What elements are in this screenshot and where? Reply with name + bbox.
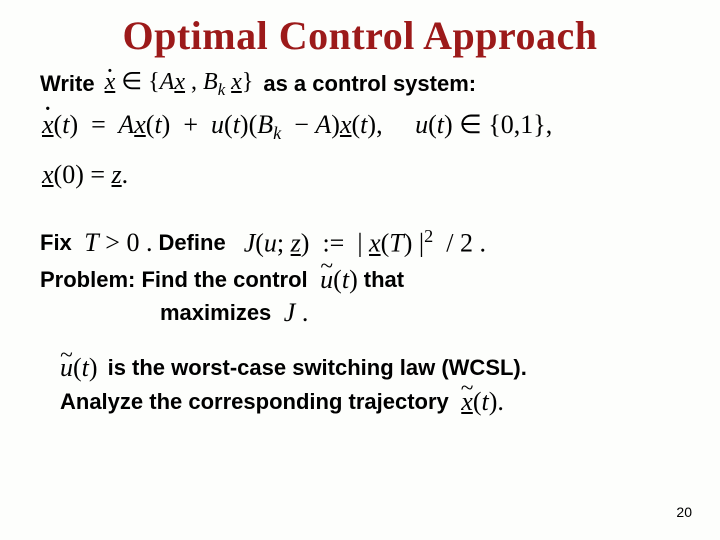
slide: Optimal Control Approach Write x ∈ {Ax ,… (0, 0, 720, 540)
slide-title: Optimal Control Approach (40, 12, 680, 59)
write-line: Write x ∈ {Ax , Bk x} as a control syste… (40, 67, 680, 100)
system-equation: x(t) = Ax(t) + u(t)(Bk − A)x(t), u(t) ∈ … (42, 110, 680, 144)
u-tilde-symbol: u(t) (60, 353, 98, 383)
fix-label: Fix (40, 226, 72, 259)
problem-that: that (364, 263, 404, 296)
x-tilde-symbol: x(t). (455, 387, 504, 417)
wcsl-text-2: Analyze the corresponding trajectory (60, 385, 449, 418)
write-suffix: as a control system: (263, 67, 476, 100)
problem-maximizes: maximizes (160, 296, 271, 329)
initial-condition: x(0) = z. (42, 160, 680, 190)
problem-label: Problem: Find the control (40, 263, 308, 296)
fix-expression: T > 0 . (78, 228, 153, 258)
problem-line-2: maximizes J . (40, 296, 680, 329)
J-symbol: J . (277, 298, 308, 328)
inclusion-expression: x ∈ {Ax , Bk x} (105, 67, 254, 100)
page-number: 20 (676, 504, 692, 520)
define-label: Define (158, 226, 225, 259)
wcsl-line-1: u(t) is the worst-case switching law (WC… (60, 353, 680, 383)
problem-line-1: Problem: Find the control u(t) that (40, 263, 680, 296)
wcsl-line-2: Analyze the corresponding trajectory x(t… (60, 385, 680, 418)
u-tilde-expression: u(t) (314, 265, 358, 295)
fix-define-line: Fix T > 0 . Define J(u; z) := | x(T) |2 … (40, 226, 680, 259)
define-expression: J(u; z) := | x(T) |2 / 2 . (244, 226, 486, 259)
problem-block: Fix T > 0 . Define J(u; z) := | x(T) |2 … (40, 226, 680, 329)
